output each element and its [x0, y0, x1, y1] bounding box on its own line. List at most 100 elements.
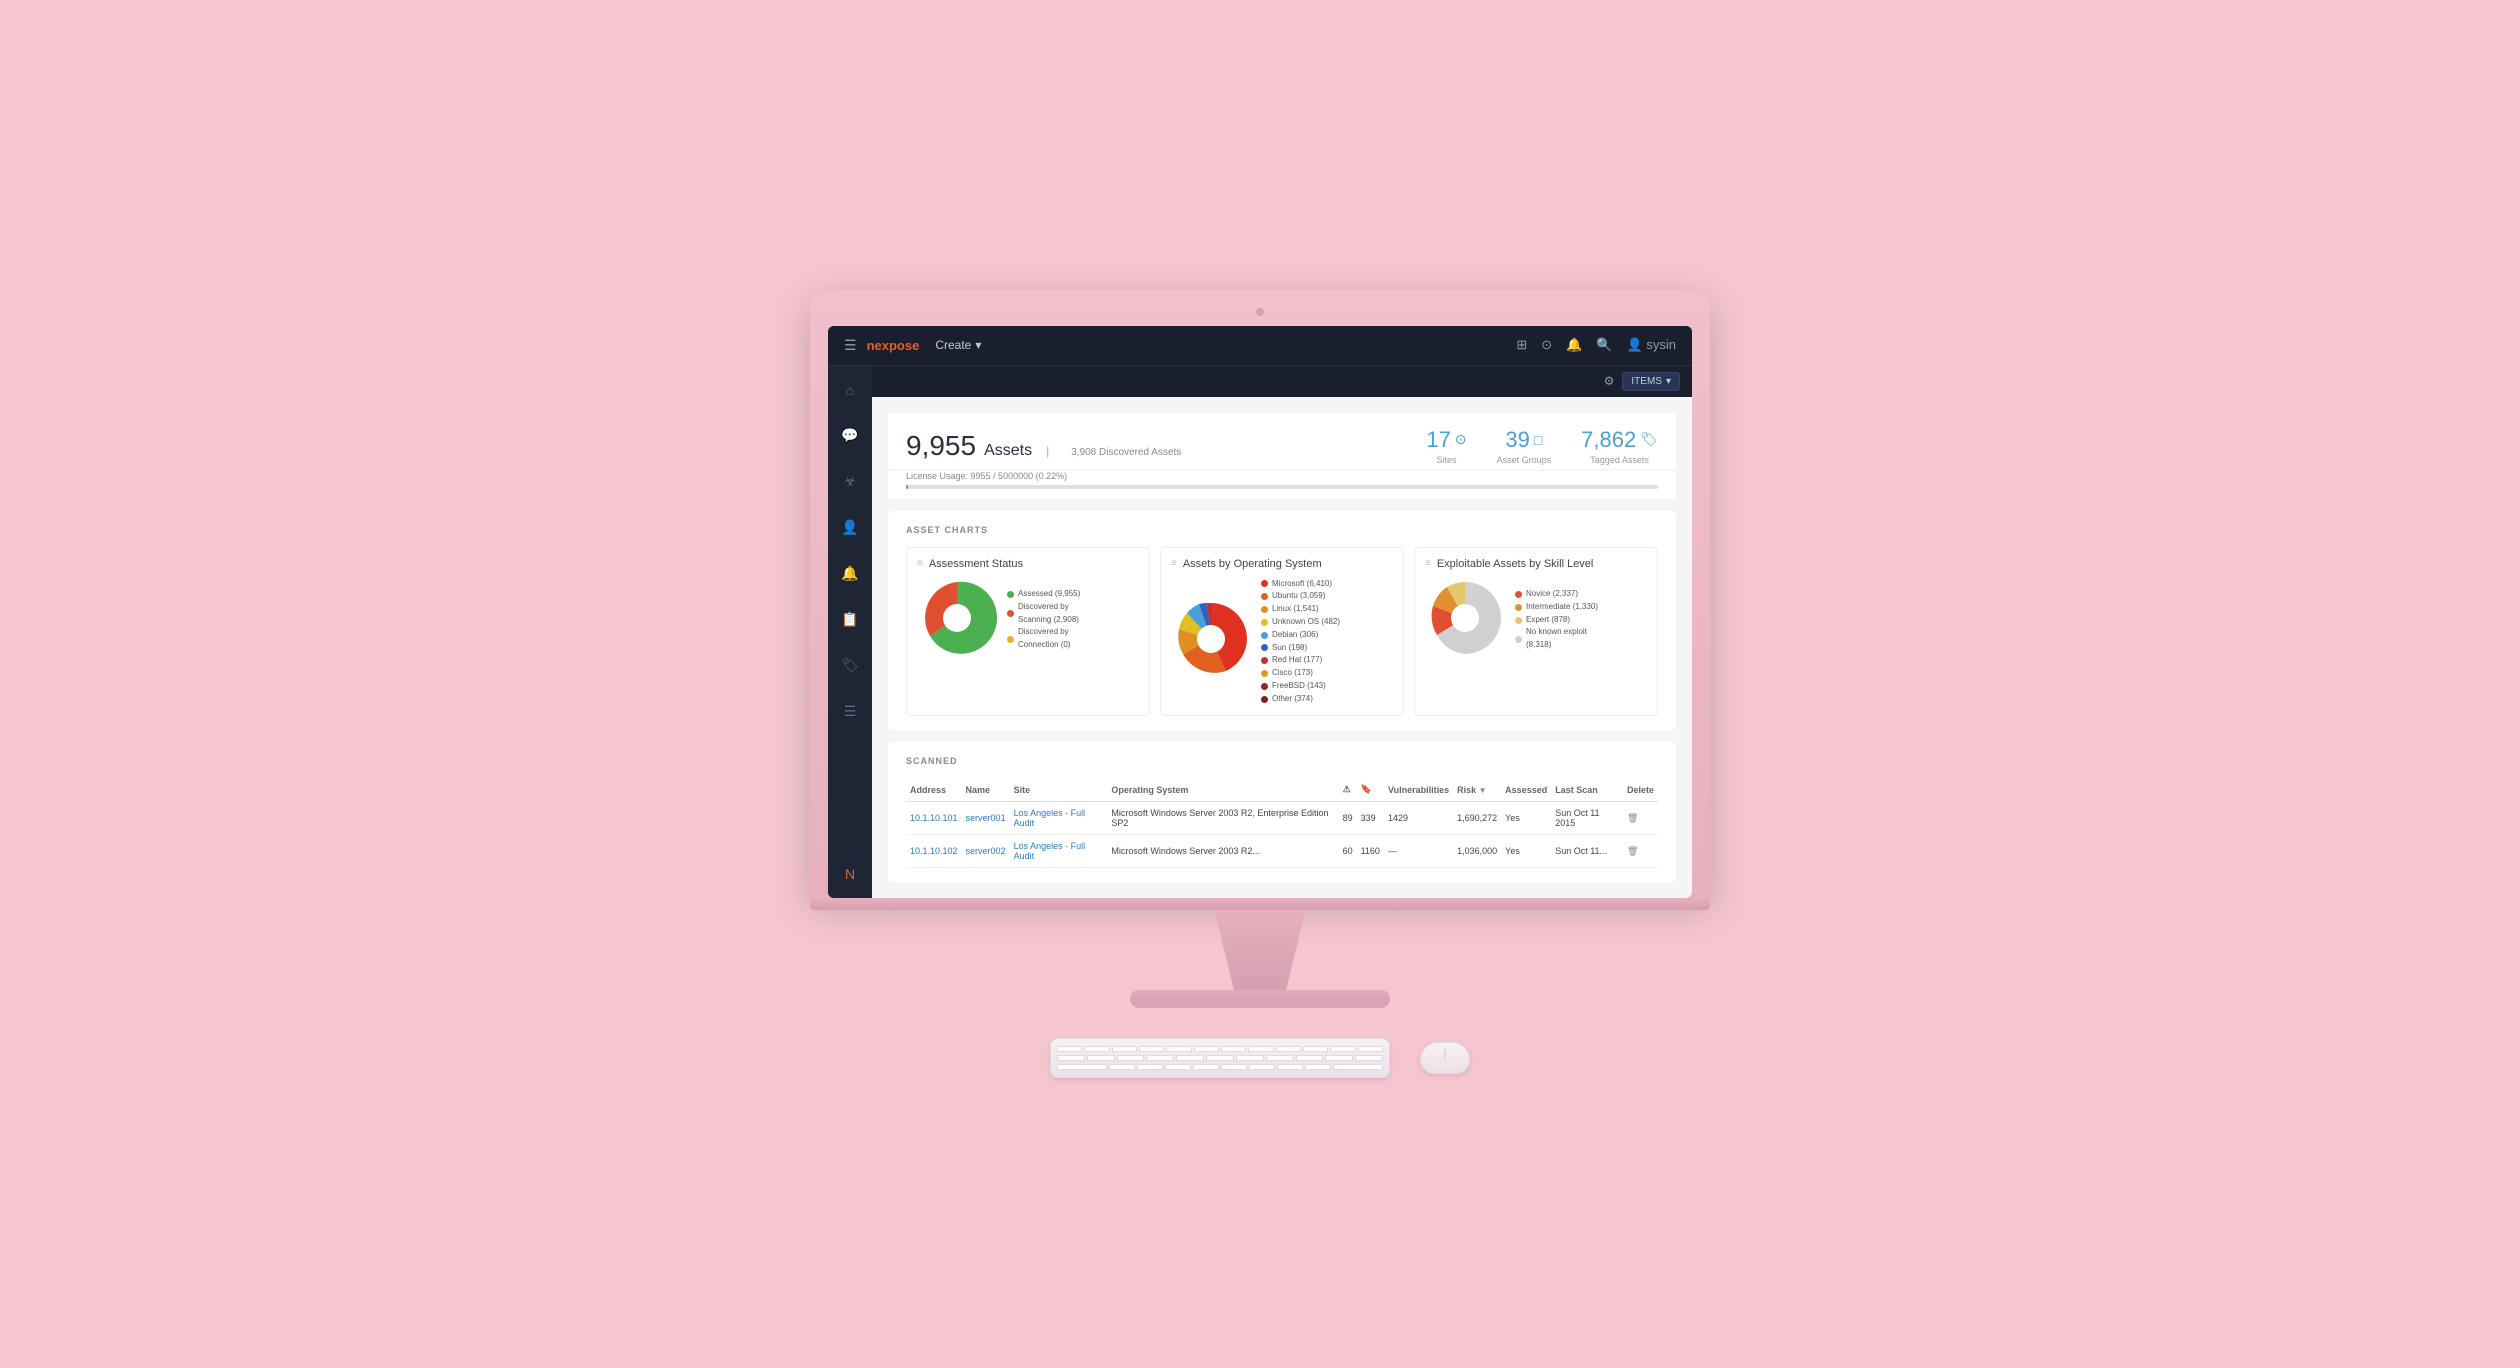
chart2-legend: Microsoft (6,410) Ubuntu (3,059) Linux (…	[1261, 578, 1340, 706]
screen: ☰ nexpose Create ▾ ⊞ ⊙ 🔔 🔍 👤 sysin	[828, 326, 1692, 899]
col-risk[interactable]: Risk ▼	[1453, 778, 1501, 802]
assets-count: 9,955 Assets | 3,908 Discovered Assets	[906, 430, 1181, 462]
main-layout: ⌂ 💬 ☣ 👤 🔔 📋 🏷 ☰ N ⚙ ITEMS	[828, 366, 1692, 899]
cell-site-2[interactable]: Los Angeles - Full Audit	[1010, 835, 1108, 868]
cell-last-scan-2: Sun Oct 11...	[1551, 835, 1623, 868]
sidebar-item-messages[interactable]: 💬	[836, 422, 864, 450]
key	[1057, 1064, 1107, 1070]
cell-name-1[interactable]: server001	[962, 802, 1010, 835]
key	[1277, 1064, 1303, 1070]
assets-table: Address Name Site Operating System ⚠ 🔖 V…	[906, 778, 1658, 868]
chart1-menu-icon[interactable]: ≡	[917, 558, 923, 569]
cell-delete-2[interactable]: 🗑	[1623, 835, 1658, 868]
chart-os: ≡ Assets by Operating System	[1160, 547, 1404, 717]
content-area: ⚙ ITEMS ▾ 9,955 Assets	[872, 366, 1692, 899]
sidebar-item-nexpose[interactable]: N	[836, 860, 864, 888]
key	[1057, 1046, 1082, 1052]
col-last-scan[interactable]: Last Scan	[1551, 778, 1623, 802]
search-icon[interactable]: 🔍	[1596, 337, 1612, 353]
mouse	[1420, 1042, 1470, 1074]
sidebar-item-list[interactable]: ☰	[836, 698, 864, 726]
stat-sites: 17 ⊙ Sites	[1426, 427, 1466, 465]
sidebar-item-tags[interactable]: 🏷	[836, 652, 864, 680]
filter-icon[interactable]: ⚙	[1604, 374, 1615, 388]
key	[1109, 1064, 1135, 1070]
table-header-row: Address Name Site Operating System ⚠ 🔖 V…	[906, 778, 1658, 802]
col-os[interactable]: Operating System	[1107, 778, 1338, 802]
key	[1146, 1055, 1174, 1061]
cell-delete-1[interactable]: 🗑	[1623, 802, 1658, 835]
chart2-title: Assets by Operating System	[1183, 558, 1322, 570]
key	[1221, 1046, 1246, 1052]
grid-icon[interactable]: ⊞	[1516, 337, 1527, 353]
sidebar-item-reports[interactable]: 📋	[836, 606, 864, 634]
content-toolbar: ⚙ ITEMS ▾	[872, 366, 1692, 397]
cell-address-2[interactable]: 10.1.10.102	[906, 835, 962, 868]
col-vuln[interactable]: Vulnerabilities	[1384, 778, 1453, 802]
main-content: 9,955 Assets | 3,908 Discovered Assets 1…	[872, 397, 1692, 899]
key	[1057, 1055, 1085, 1061]
cell-name-2[interactable]: server002	[962, 835, 1010, 868]
chart3-menu-icon[interactable]: ≡	[1425, 558, 1431, 569]
key	[1358, 1046, 1383, 1052]
col-assessed[interactable]: Assessed	[1501, 778, 1551, 802]
user-icon[interactable]: 👤 sysin	[1627, 337, 1676, 353]
chart3-title: Exploitable Assets by Skill Level	[1437, 558, 1594, 570]
license-text: License Usage: 9955 / 5000000 (0.22%)	[906, 471, 1658, 481]
assets-number: 9,955	[906, 430, 976, 462]
key	[1236, 1055, 1264, 1061]
topnav: ☰ nexpose Create ▾ ⊞ ⊙ 🔔 🔍 👤 sysin	[828, 326, 1692, 366]
chart-exploit: ≡ Exploitable Assets by Skill Level	[1414, 547, 1658, 717]
key	[1266, 1055, 1294, 1061]
monitor-bezel: ☰ nexpose Create ▾ ⊞ ⊙ 🔔 🔍 👤 sysin	[810, 290, 1710, 899]
create-menu[interactable]: Create ▾	[935, 338, 981, 352]
col-name[interactable]: Name	[962, 778, 1010, 802]
sidebar-item-vulnerabilities[interactable]: ☣	[836, 468, 864, 496]
stat-items: 17 ⊙ Sites 39 □	[1426, 427, 1658, 465]
cell-address-1[interactable]: 10.1.10.101	[906, 802, 962, 835]
progress-bar	[906, 485, 1658, 489]
cell-vuln2-2: 1160	[1357, 835, 1384, 868]
items-button[interactable]: ITEMS ▾	[1622, 372, 1680, 391]
key	[1303, 1046, 1328, 1052]
keyboard-area	[1050, 1038, 1470, 1078]
col-address[interactable]: Address	[906, 778, 962, 802]
charts-section-label: ASSET CHARTS	[906, 525, 1658, 535]
chart1-legend: Assessed (9,955) Discovered byScanning (…	[1007, 588, 1080, 652]
col-site[interactable]: Site	[1010, 778, 1108, 802]
table-wrap: Address Name Site Operating System ⚠ 🔖 V…	[906, 778, 1658, 868]
key	[1193, 1064, 1219, 1070]
key	[1206, 1055, 1234, 1061]
stat-asset-groups: 39 □ Asset Groups	[1497, 427, 1552, 465]
cell-vuln3-1: 1429	[1384, 802, 1453, 835]
key	[1139, 1046, 1164, 1052]
help-icon[interactable]: ⊙	[1541, 337, 1552, 353]
sidebar-item-policies[interactable]: 🔔	[836, 560, 864, 588]
col-icon2: 🔖	[1357, 778, 1384, 802]
key	[1355, 1055, 1383, 1061]
cell-last-scan-1: Sun Oct 11 2015	[1551, 802, 1623, 835]
hamburger-icon[interactable]: ☰	[844, 337, 857, 354]
cell-assessed-1: Yes	[1501, 802, 1551, 835]
key	[1330, 1046, 1355, 1052]
key	[1333, 1064, 1383, 1070]
cell-risk-1: 1,690,272	[1453, 802, 1501, 835]
progress-fill	[906, 485, 908, 489]
notification-icon[interactable]: 🔔	[1566, 337, 1582, 353]
assets-discovered: 3,908 Discovered Assets	[1071, 447, 1181, 458]
cell-vuln1-1: 89	[1339, 802, 1357, 835]
cell-risk-2: 1,036,000	[1453, 835, 1501, 868]
cell-assessed-2: Yes	[1501, 835, 1551, 868]
key	[1087, 1055, 1115, 1061]
app-logo: nexpose	[867, 338, 920, 353]
key	[1276, 1046, 1301, 1052]
assets-label: Assets	[984, 442, 1032, 460]
chart2-menu-icon[interactable]: ≡	[1171, 558, 1177, 569]
monitor-stand-base	[810, 898, 1710, 910]
tagged-icon: 🏷	[1640, 431, 1658, 448]
table-section: SCANNED Address Name Site Operating Syst	[888, 742, 1676, 882]
table-row: 10.1.10.101 server001 Los Angeles - Full…	[906, 802, 1658, 835]
sidebar-item-home[interactable]: ⌂	[836, 376, 864, 404]
cell-site-1[interactable]: Los Angeles - Full Audit	[1010, 802, 1108, 835]
sidebar-item-assets[interactable]: 👤	[836, 514, 864, 542]
